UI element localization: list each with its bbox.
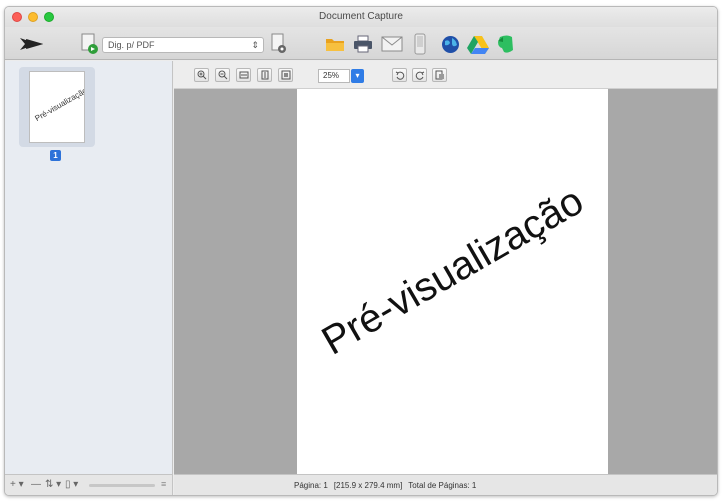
thumbnail-size-slider[interactable] (89, 484, 155, 487)
page-settings-button[interactable] (432, 68, 447, 82)
thumbnail-page: Pré-visualização (29, 71, 85, 143)
sidebar-bottom-bar: + ▾ — ⇅ ▾ ▯ ▾ ≡ (5, 474, 173, 495)
page-thumbnail[interactable]: Pré-visualização (19, 67, 95, 147)
status-page-size: [215.9 x 279.4 mm] (333, 481, 403, 490)
page-settings-icon (435, 70, 444, 80)
email-icon[interactable] (381, 36, 403, 52)
page-options-button[interactable]: ▯ ▾ (65, 479, 78, 491)
maximize-window-button[interactable] (44, 12, 54, 22)
minimize-window-button[interactable] (28, 12, 38, 22)
preview-area: Pré-visualização (174, 89, 717, 474)
rotate-right-icon (415, 71, 424, 80)
open-folder-icon[interactable] (325, 36, 345, 52)
zoom-level-field[interactable]: 25% (318, 69, 350, 83)
zoom-out-icon (218, 70, 227, 80)
zoom-in-button[interactable] (194, 68, 209, 82)
rotate-right-button[interactable] (412, 68, 427, 82)
fit-page-icon (261, 70, 268, 80)
zoom-in-icon (197, 70, 206, 80)
select-arrows-icon: ⇕ (251, 40, 259, 50)
job-icon[interactable] (81, 33, 99, 55)
fit-width-button[interactable] (236, 68, 251, 82)
actual-size-button[interactable] (278, 68, 293, 82)
sort-pages-button[interactable]: ⇅ ▾ (45, 479, 61, 491)
thumbnail-text: Pré-visualização (33, 85, 85, 124)
status-page: Página: 1 (294, 481, 328, 490)
close-window-button[interactable] (12, 12, 22, 22)
remove-page-button[interactable]: — (31, 479, 41, 491)
device-icon[interactable] (413, 33, 427, 55)
status-total-pages: Total de Páginas: 1 (408, 481, 477, 490)
add-page-button[interactable]: + ▾ (10, 479, 24, 491)
fit-page-button[interactable] (257, 68, 272, 82)
document-capture-window: Document Capture Dig. p/ PDF ⇕ Pré-visua… (4, 6, 718, 496)
zoom-dropdown-button[interactable]: ▾ (351, 69, 364, 83)
preview-page: Pré-visualização (297, 89, 608, 474)
fit-width-icon (239, 71, 248, 79)
window-title: Document Capture (319, 11, 403, 22)
web-icon[interactable] (441, 35, 460, 54)
rotate-left-button[interactable] (392, 68, 407, 82)
status-bar: Página: 1 [215.9 x 279.4 mm] Total de Pá… (174, 474, 717, 495)
page-number-badge: 1 (50, 150, 61, 161)
print-icon[interactable] (353, 35, 373, 53)
resize-grip-icon[interactable]: ≡ (161, 479, 166, 489)
scan-icon[interactable] (17, 34, 43, 54)
zoom-out-button[interactable] (215, 68, 230, 82)
preview-text: Pré-visualização (314, 178, 591, 364)
thumbnail-sidebar: Pré-visualização 1 (5, 61, 173, 474)
main-toolbar: Dig. p/ PDF ⇕ (5, 27, 717, 60)
actual-size-icon (281, 70, 290, 80)
google-drive-icon[interactable] (467, 35, 489, 54)
viewer-toolbar: 25% ▾ (174, 61, 717, 89)
rotate-left-icon (395, 71, 404, 80)
job-select-value: Dig. p/ PDF (108, 40, 155, 50)
job-select[interactable]: Dig. p/ PDF ⇕ (102, 37, 264, 53)
title-bar: Document Capture (5, 7, 717, 27)
job-settings-icon[interactable] (271, 33, 287, 55)
evernote-icon[interactable] (495, 34, 517, 55)
window-controls (12, 12, 54, 22)
